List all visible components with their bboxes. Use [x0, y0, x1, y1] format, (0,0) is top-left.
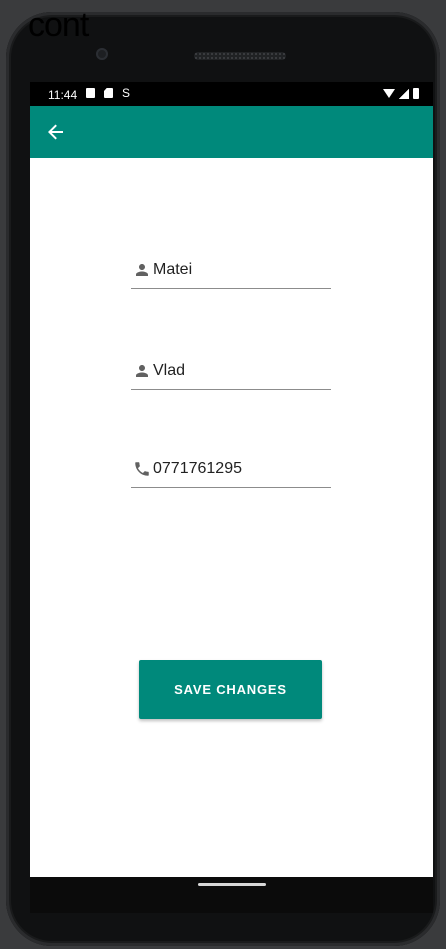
- status-time: 11:44: [48, 88, 78, 102]
- signal-icon: [399, 88, 409, 99]
- app-bar: [30, 106, 433, 158]
- phone-field[interactable]: [131, 457, 331, 488]
- speaker-grille: [194, 52, 286, 60]
- wifi-icon: [383, 89, 395, 98]
- stage: cont 11:44 S Matei Vlad 0771761295 SAVE …: [0, 0, 446, 949]
- camera: [96, 48, 108, 60]
- status-icons-right: [383, 88, 419, 99]
- save-changes-button[interactable]: SAVE CHANGES: [139, 660, 322, 719]
- person-icon: [136, 264, 148, 276]
- arrow-back-icon: [48, 124, 63, 140]
- last-name-field[interactable]: [131, 359, 331, 390]
- phone-input[interactable]: [153, 460, 323, 478]
- last-name-input[interactable]: [153, 362, 323, 380]
- app-screen: 11:44 S Matei Vlad 0771761295 SAVE CHANG…: [30, 82, 433, 877]
- s-icon: S: [122, 86, 131, 100]
- phone-icon: [135, 462, 149, 476]
- first-name-field[interactable]: [131, 258, 331, 289]
- home-gesture-pill[interactable]: [198, 883, 266, 886]
- status-bar: 11:44 S: [30, 82, 433, 106]
- battery-icon: [413, 88, 419, 99]
- first-name-input[interactable]: [153, 261, 323, 279]
- status-icons-left: S: [86, 86, 131, 100]
- back-button[interactable]: [44, 120, 68, 144]
- notification-a-icon: [86, 88, 95, 98]
- sd-card-icon: [104, 88, 113, 98]
- person-icon: [136, 365, 148, 377]
- overlay-caption: cont: [28, 6, 89, 44]
- navigation-bar: [30, 877, 433, 913]
